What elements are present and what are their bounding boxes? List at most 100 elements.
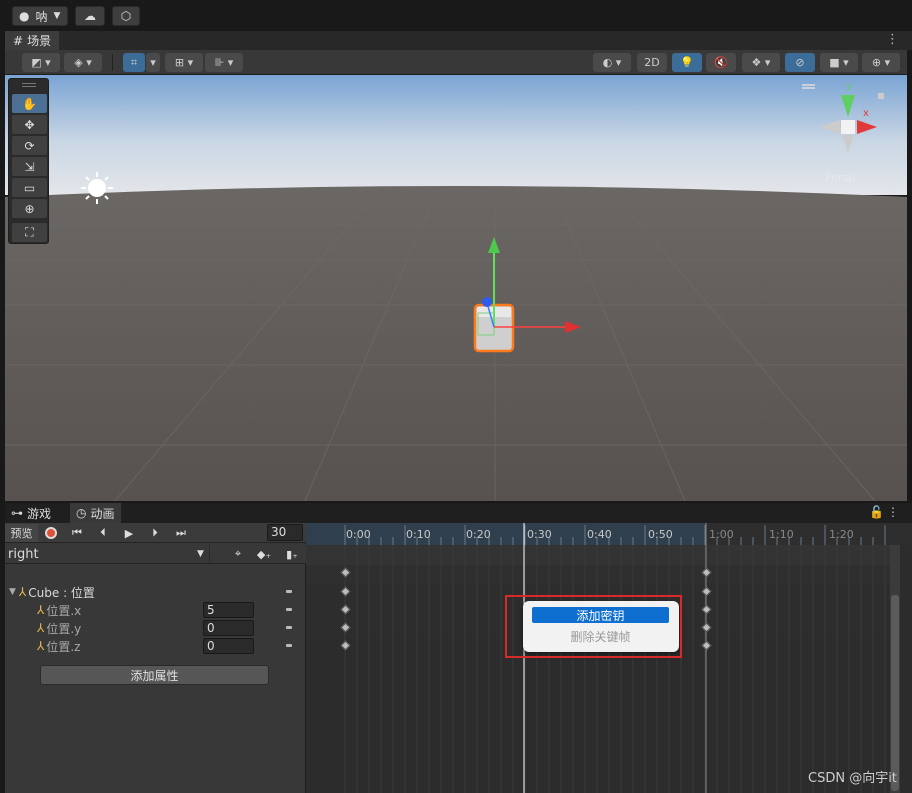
last-frame-button[interactable]: ⏭ bbox=[169, 524, 193, 542]
editor-toolbar: ● 呐 ▼ ☁ ⬡ bbox=[0, 0, 912, 31]
ruler-label: 0:10 bbox=[406, 528, 431, 541]
rect-tool-button[interactable]: ▭ bbox=[12, 178, 47, 197]
property-options-icon[interactable] bbox=[286, 644, 292, 647]
add-event-icon: ▮₊ bbox=[286, 547, 298, 561]
rotate-tool-button[interactable]: ⟳ bbox=[12, 136, 47, 155]
rotate-icon: ⟳ bbox=[24, 138, 35, 153]
collab-button[interactable]: ⬡ bbox=[112, 6, 140, 26]
scene-tab-strip: # 场景 ⋮ bbox=[5, 31, 912, 50]
annotation-highlight-box bbox=[505, 595, 682, 658]
render-mode-dropdown[interactable]: ◈ ▾ bbox=[64, 53, 102, 72]
watermark: CSDN @向宇it bbox=[808, 771, 897, 786]
rect-icon: ▭ bbox=[23, 180, 36, 195]
audio-toggle[interactable]: 🔇 bbox=[706, 53, 736, 72]
ruler-label: 1:10 bbox=[769, 528, 794, 541]
record-icon bbox=[45, 527, 57, 539]
svg-text:x: x bbox=[863, 108, 869, 119]
tab-animation[interactable]: ◷ 动画 bbox=[70, 503, 121, 523]
scale-tool-button[interactable]: ⇲ bbox=[12, 157, 47, 176]
property-row-x[interactable]: ⅄ 位置.x 5 bbox=[5, 601, 306, 619]
ruler-label: 0:00 bbox=[346, 528, 371, 541]
ruler-label: 0:30 bbox=[527, 528, 552, 541]
tab-game[interactable]: ⊶ 游戏 bbox=[5, 503, 57, 523]
next-frame-button[interactable]: ⏵ bbox=[143, 524, 167, 542]
account-dropdown[interactable]: ● 呐 ▼ bbox=[12, 6, 68, 26]
foldout-arrow-icon: ▼ bbox=[9, 587, 16, 597]
effects-dropdown[interactable]: ❖ ▾ bbox=[742, 53, 780, 72]
sample-button[interactable]: ⌖ bbox=[227, 545, 249, 563]
scale-icon: ⇲ bbox=[24, 159, 35, 174]
chevron-down-icon: ▼ bbox=[53, 11, 61, 21]
grid-snap-dropdown[interactable]: ▾ bbox=[146, 53, 160, 72]
ruler-label: 0:50 bbox=[648, 528, 673, 541]
palette-grip[interactable] bbox=[22, 83, 36, 87]
clip-dropdown[interactable]: right ▼ bbox=[5, 545, 210, 563]
first-frame-button[interactable]: ⏮ bbox=[65, 524, 89, 542]
account-label: 呐 bbox=[35, 9, 48, 24]
more-options-icon[interactable]: ⋮ bbox=[886, 32, 899, 47]
toolbar-separator bbox=[112, 54, 113, 71]
svg-text:y: y bbox=[846, 81, 852, 92]
property-value-x[interactable]: 5 bbox=[203, 602, 254, 618]
dopesheet-timeline[interactable]: 0:00 0:10 0:20 0:30 0:40 0:50 1:00 1:10 … bbox=[306, 523, 912, 793]
group-options-icon[interactable] bbox=[286, 590, 292, 593]
add-property-button[interactable]: 添加属性 bbox=[40, 665, 269, 685]
add-event-button[interactable]: ▮₊ bbox=[281, 545, 303, 563]
play-icon: ▶ bbox=[124, 526, 134, 540]
tab-game-label: 游戏 bbox=[27, 506, 52, 521]
record-button[interactable] bbox=[40, 524, 62, 542]
cloud-icon: ☁ bbox=[84, 9, 96, 23]
chevron-down-icon: ▼ bbox=[197, 549, 204, 559]
hand-tool-button[interactable]: ✋ bbox=[12, 94, 47, 113]
tab-animation-label: 动画 bbox=[90, 506, 115, 521]
property-label-z: 位置.z bbox=[46, 639, 81, 654]
gizmos-dropdown[interactable]: ⊕ ▾ bbox=[862, 53, 900, 72]
grid-hash-icon: # bbox=[13, 33, 24, 48]
property-options-icon[interactable] bbox=[286, 626, 292, 629]
lock-icon[interactable]: 🔓 bbox=[869, 505, 884, 519]
property-row-z[interactable]: ⅄ 位置.z 0 bbox=[5, 637, 306, 655]
skip-first-icon: ⏮ bbox=[72, 526, 82, 539]
transform-icon: ⅄ bbox=[37, 621, 45, 635]
property-value-z[interactable]: 0 bbox=[203, 638, 254, 654]
user-circle-icon: ● bbox=[19, 9, 30, 23]
mode-2d-button[interactable]: 2D bbox=[637, 53, 667, 72]
clip-name: right bbox=[8, 546, 39, 562]
draw-mode-dropdown[interactable]: ◩ ▾ bbox=[22, 53, 60, 72]
animation-left-panel: 预览 ⏮ ⏴ ▶ ⏵ ⏭ 30 right ▼ ⌖ ◆₊ ▮₊ ▼ ⅄ Cube… bbox=[5, 523, 306, 793]
skip-last-icon: ⏭ bbox=[176, 526, 186, 539]
preview-label: 预览 bbox=[10, 527, 33, 540]
add-keyframe-icon: ◆₊ bbox=[256, 547, 272, 561]
shading-dropdown[interactable]: ◐ ▾ bbox=[593, 53, 631, 72]
time-ruler[interactable]: 0:00 0:10 0:20 0:30 0:40 0:50 1:00 1:10 … bbox=[306, 523, 912, 545]
scene-toolbar: ◩ ▾ ◈ ▾ ⌗ ▾ ⊞ ▾ ⊪ ▾ ◐ ▾ 2D 💡 🔇 ❖ ▾ ⊘ ■ ▾… bbox=[5, 50, 907, 75]
property-value-y[interactable]: 0 bbox=[203, 620, 254, 636]
tab-scene[interactable]: # 场景 bbox=[5, 31, 60, 50]
custom-tool-button[interactable]: ⛶ bbox=[12, 223, 47, 242]
property-group-row[interactable]: ▼ ⅄ Cube : 位置 bbox=[5, 583, 306, 601]
tool-palette: ✋ ✥ ⟳ ⇲ ▭ ⊕ ⛶ bbox=[8, 78, 49, 244]
cloud-button[interactable]: ☁ bbox=[75, 6, 105, 26]
add-keyframe-button[interactable]: ◆₊ bbox=[253, 545, 275, 563]
transform-tool-button[interactable]: ⊕ bbox=[12, 199, 47, 218]
lighting-toggle[interactable]: 💡 bbox=[672, 53, 702, 72]
ruler-snap-button[interactable]: ⊪ ▾ bbox=[205, 53, 243, 72]
transform-icon: ⅄ bbox=[37, 639, 45, 653]
property-options-icon[interactable] bbox=[286, 608, 292, 611]
play-button[interactable]: ▶ bbox=[117, 524, 141, 542]
more-options-icon[interactable]: ⋮ bbox=[887, 505, 899, 519]
prev-frame-button[interactable]: ⏴ bbox=[91, 524, 115, 542]
tab-scene-label: 场景 bbox=[27, 34, 52, 48]
scene-viewport[interactable]: y x Persp bbox=[5, 75, 907, 501]
grid-snap-button[interactable]: ⌗ bbox=[123, 53, 145, 72]
hidden-objects-toggle[interactable]: ⊘ bbox=[785, 53, 815, 72]
ruler-label: 1:20 bbox=[829, 528, 854, 541]
ruler-label: 0:20 bbox=[466, 528, 491, 541]
move-tool-button[interactable]: ✥ bbox=[12, 115, 47, 134]
increment-snap-button[interactable]: ⊞ ▾ bbox=[165, 53, 203, 72]
frame-field[interactable]: 30 bbox=[267, 524, 303, 541]
camera-dropdown[interactable]: ■ ▾ bbox=[820, 53, 858, 72]
custom-tool-icon: ⛶ bbox=[25, 225, 34, 239]
preview-button[interactable]: 预览 bbox=[5, 524, 38, 542]
property-row-y[interactable]: ⅄ 位置.y 0 bbox=[5, 619, 306, 637]
